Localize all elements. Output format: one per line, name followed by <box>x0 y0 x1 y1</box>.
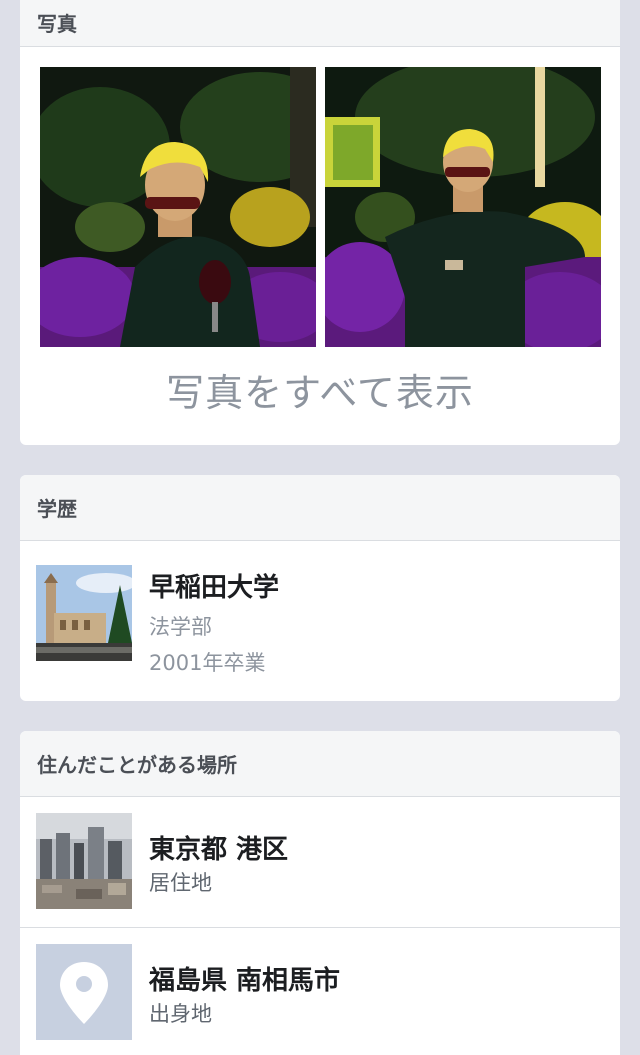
place-entry-hometown[interactable]: 福島県 南相馬市 出身地 <box>20 927 620 1055</box>
school-department: 法学部 <box>149 615 212 639</box>
city-image <box>36 813 132 909</box>
places-header: 住んだことがある場所 <box>20 731 620 797</box>
photos-header: 写真 <box>20 0 620 47</box>
hometown-label: 出身地 <box>149 1002 212 1026</box>
place-entry-current[interactable]: 東京都 港区 居住地 <box>20 797 620 927</box>
current-city-label: 居住地 <box>149 871 212 895</box>
school-name[interactable]: 早稲田大学 <box>149 567 279 604</box>
city-photo[interactable] <box>36 813 132 909</box>
photos-card: 写真 写真をすべて表示 <box>20 0 620 445</box>
photo-thumbnail-2[interactable] <box>325 67 601 347</box>
see-all-photos-link[interactable]: 写真をすべて表示 <box>20 362 620 417</box>
map-pin-graphic <box>60 962 108 1024</box>
school-photo[interactable] <box>36 565 132 661</box>
hometown-name[interactable]: 福島県 南相馬市 <box>149 960 340 997</box>
education-entry[interactable]: 早稲田大学 法学部 2001年卒業 <box>20 541 620 675</box>
places-lived-card: 住んだことがある場所 東京都 港区 居住地 福島県 南相馬市 出身地 <box>20 731 620 1055</box>
education-card: 学歴 早稲田大学 法学部 2001年卒業 <box>20 475 620 701</box>
photo-1-image <box>40 67 316 347</box>
map-pin-icon[interactable] <box>36 944 132 1040</box>
education-header: 学歴 <box>20 475 620 541</box>
photo-2-image <box>325 67 601 347</box>
school-image <box>36 565 132 661</box>
graduation-year: 2001年卒業 <box>149 651 266 675</box>
photo-thumbnail-1[interactable] <box>40 67 316 347</box>
current-city-name[interactable]: 東京都 港区 <box>149 829 288 866</box>
